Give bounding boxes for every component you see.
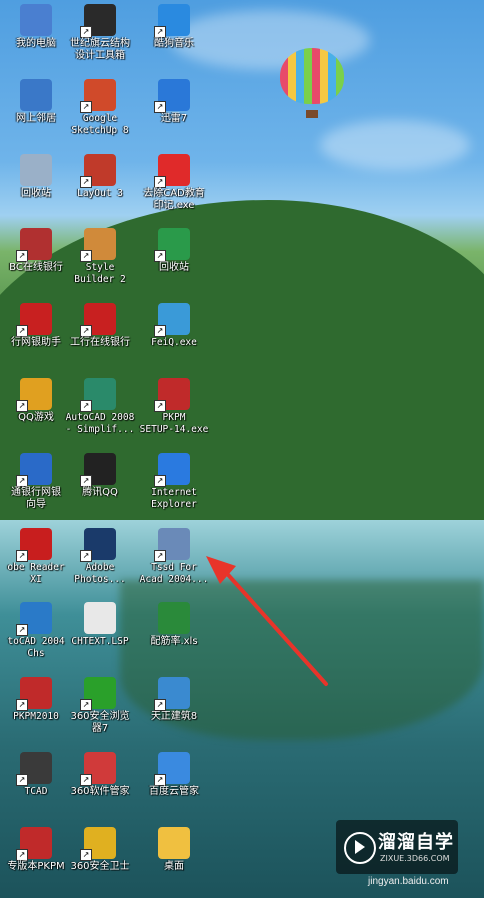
- watermark-logo: 溜溜自学 ZIXUE.3D66.COM: [336, 820, 458, 874]
- watermark-brand: 溜溜自学: [378, 832, 454, 853]
- footer-url: jingyan.baidu.com: [368, 876, 449, 887]
- watermark-site: ZIXUE.3D66.COM: [380, 854, 450, 863]
- pointer-arrow: [206, 556, 328, 686]
- play-icon: [344, 832, 376, 864]
